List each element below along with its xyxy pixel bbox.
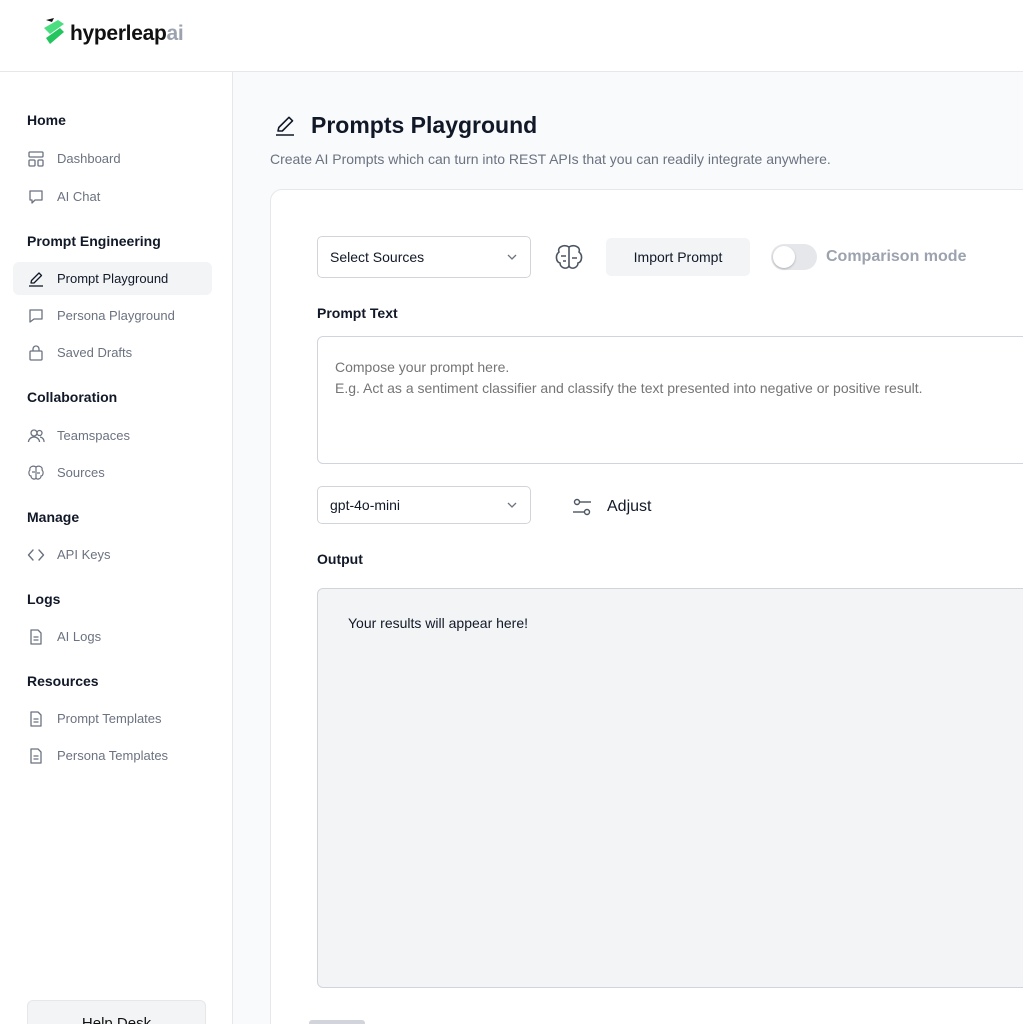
top-bar: hyperleapai <box>0 0 1023 72</box>
sidebar-item-dashboard[interactable]: Dashboard <box>13 142 212 175</box>
chevron-down-icon <box>507 502 517 508</box>
page-header: Prompts Playground <box>273 112 537 139</box>
chevron-down-icon <box>507 254 517 260</box>
comparison-mode-label: Comparison mode <box>826 248 967 265</box>
sources-select-value: Select Sources <box>330 249 425 265</box>
dashboard-icon <box>28 150 44 167</box>
message-square-icon <box>29 308 43 323</box>
sidebar-item-label: Prompt Templates <box>57 711 162 726</box>
page-title: Prompts Playground <box>311 112 538 138</box>
sidebar-section-prompt-engineering: Prompt Engineering <box>27 233 161 249</box>
help-desk-button[interactable]: Help Desk <box>27 1000 206 1024</box>
logo-mark-icon <box>42 16 68 46</box>
sidebar-item-persona-templates[interactable]: Persona Templates <box>13 739 212 772</box>
playground-card: Select Sources Import Prompt Comparison … <box>270 189 1023 1024</box>
toggle-knob <box>773 246 795 268</box>
document-icon <box>30 710 42 727</box>
output-text: Your results will appear here! <box>348 615 529 631</box>
sidebar-section-logs: Logs <box>27 591 61 607</box>
comparison-mode-toggle[interactable] <box>771 244 817 270</box>
sidebar-section-home: Home <box>27 112 66 128</box>
sidebar-item-persona-playground[interactable]: Persona Playground <box>13 299 212 332</box>
pencil-icon <box>276 116 294 136</box>
prompt-textarea[interactable] <box>317 336 1023 464</box>
sidebar-item-label: Saved Drafts <box>57 345 133 360</box>
sidebar-item-sources[interactable]: Sources <box>13 456 212 489</box>
document-icon <box>30 747 42 764</box>
brand-logo[interactable]: hyperleapai <box>42 16 184 46</box>
brand-name: hyperleapai <box>70 22 184 46</box>
sources-brain-button[interactable] <box>553 242 585 274</box>
sidebar-item-teamspaces[interactable]: Teamspaces <box>13 419 212 452</box>
output-label: Output <box>317 551 363 567</box>
model-select-value: gpt-4o-mini <box>330 497 401 513</box>
sidebar-item-api-keys[interactable]: API Keys <box>13 538 212 571</box>
sidebar-item-label: AI Chat <box>57 189 101 204</box>
prompt-text-label: Prompt Text <box>317 305 398 321</box>
scroll-hint-bar <box>309 1020 365 1024</box>
brand-name-main: hyperleap <box>70 22 167 45</box>
sidebar-item-label: Teamspaces <box>57 428 130 443</box>
output-panel: Your results will appear here! <box>317 588 1023 988</box>
brain-icon <box>555 245 583 269</box>
sliders-icon <box>573 498 591 516</box>
document-icon <box>30 628 42 645</box>
chat-icon <box>29 189 43 204</box>
sidebar: Home Dashboard AI Chat Prompt Engineerin… <box>0 72 233 1024</box>
sidebar-item-prompt-templates[interactable]: Prompt Templates <box>13 702 212 735</box>
sidebar-item-label: Prompt Playground <box>57 271 169 286</box>
sources-select[interactable]: Select Sources <box>317 236 531 278</box>
sidebar-item-label: Sources <box>57 465 105 480</box>
brain-icon <box>28 465 44 480</box>
sidebar-item-ai-chat[interactable]: AI Chat <box>13 180 212 213</box>
sidebar-item-label: AI Logs <box>57 629 102 644</box>
code-icon <box>27 548 45 561</box>
model-select[interactable]: gpt-4o-mini <box>317 486 531 524</box>
sidebar-item-prompt-playground[interactable]: Prompt Playground <box>13 262 212 295</box>
page-subtitle: Create AI Prompts which can turn into RE… <box>270 151 831 167</box>
users-icon <box>27 428 45 442</box>
bag-icon <box>29 344 43 361</box>
adjust-label: Adjust <box>607 498 652 515</box>
sidebar-item-label: API Keys <box>57 547 111 562</box>
sidebar-item-label: Persona Templates <box>57 748 169 763</box>
adjust-button[interactable]: Adjust <box>571 496 651 518</box>
sidebar-item-ai-logs[interactable]: AI Logs <box>13 620 212 653</box>
import-prompt-button[interactable]: Import Prompt <box>606 238 750 276</box>
sidebar-item-label: Persona Playground <box>57 308 175 323</box>
sidebar-section-collaboration: Collaboration <box>27 389 118 405</box>
main-content: Prompts Playground Create AI Prompts whi… <box>233 72 1023 1024</box>
sidebar-section-manage: Manage <box>27 509 80 525</box>
sidebar-section-resources: Resources <box>27 673 99 689</box>
sidebar-item-saved-drafts[interactable]: Saved Drafts <box>13 336 212 369</box>
brand-name-suffix: ai <box>166 22 184 45</box>
sidebar-item-label: Dashboard <box>57 151 121 166</box>
pencil-icon <box>29 271 43 287</box>
